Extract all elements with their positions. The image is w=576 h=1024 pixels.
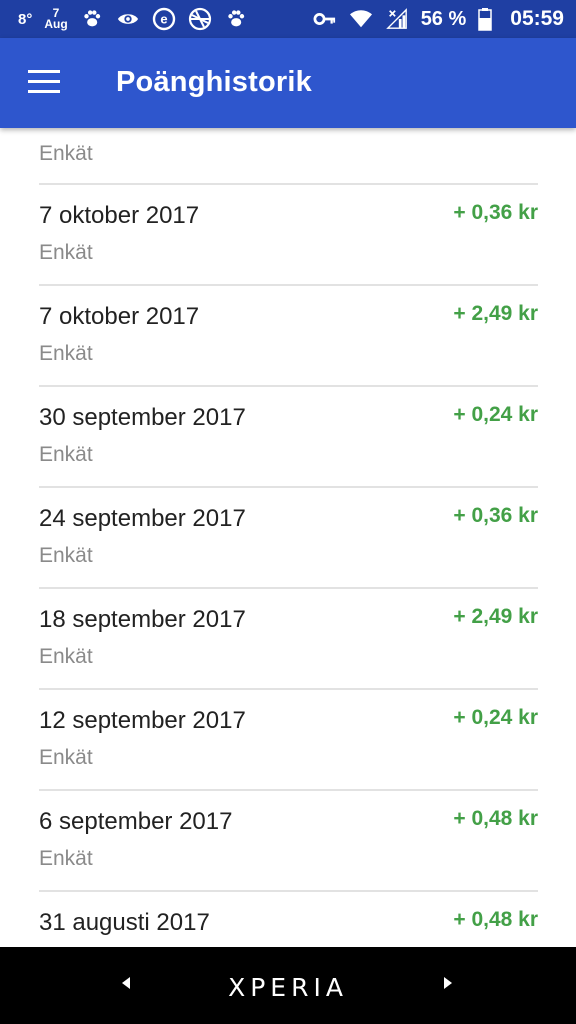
list-item[interactable]: 7 oktober 2017 Enkät + 2,49 kr bbox=[39, 286, 538, 387]
list-item-date: 30 september 2017 bbox=[39, 404, 246, 431]
list-item-type: Enkät bbox=[39, 544, 93, 567]
brand-logo: XPERIA bbox=[228, 973, 348, 1002]
list-item-date: 24 september 2017 bbox=[39, 505, 246, 532]
list-item[interactable]: 30 september 2017 Enkät + 0,24 kr bbox=[39, 387, 538, 488]
list-item-date: 6 september 2017 bbox=[39, 808, 233, 835]
list-item[interactable]: 6 september 2017 Enkät + 0,48 kr bbox=[39, 791, 538, 892]
list-item-amount: + 0,36 kr bbox=[453, 201, 538, 224]
list-item-amount: + 0,36 kr bbox=[453, 504, 538, 527]
temperature-text: 8° bbox=[18, 10, 33, 28]
status-bar: 8° 7 Aug e 56 % 05:59 bbox=[0, 0, 576, 38]
list-item[interactable]: 18 september 2017 Enkät + 2,49 kr bbox=[39, 589, 538, 690]
points-history-list[interactable]: Enkät 7 oktober 2017 Enkät + 0,36 kr 7 o… bbox=[0, 128, 576, 947]
clock: 05:59 bbox=[510, 7, 564, 30]
list-item-amount: + 0,24 kr bbox=[453, 706, 538, 729]
list-item-type: Enkät bbox=[39, 645, 93, 668]
app-bar: Poänghistorik bbox=[0, 38, 576, 128]
list-item[interactable]: 12 september 2017 Enkät + 0,24 kr bbox=[39, 690, 538, 791]
list-item-date: 7 oktober 2017 bbox=[39, 202, 200, 229]
list-item-date: 31 augusti 2017 bbox=[39, 909, 210, 936]
list-item-amount: + 2,49 kr bbox=[453, 302, 538, 325]
battery-percent: 56 % bbox=[420, 7, 467, 30]
status-bar-right: 56 % 05:59 bbox=[313, 7, 564, 31]
globe-icon bbox=[188, 7, 212, 31]
e-icon: e bbox=[152, 7, 176, 31]
signal-icon bbox=[385, 7, 409, 31]
page-title: Poänghistorik bbox=[116, 66, 312, 98]
list-item-amount: + 2,49 kr bbox=[453, 605, 538, 628]
list-item-type: Enkät bbox=[39, 241, 93, 264]
list-item-amount: + 0,48 kr bbox=[453, 807, 538, 830]
list-item-type: Enkät bbox=[39, 342, 93, 365]
date-month: Aug bbox=[44, 17, 68, 31]
battery-icon bbox=[478, 7, 493, 31]
svg-text:e: e bbox=[160, 12, 167, 27]
key-icon bbox=[313, 7, 337, 31]
wifi-icon bbox=[349, 7, 373, 31]
status-bar-left: 8° 7 Aug e bbox=[18, 7, 248, 31]
paw-icon bbox=[224, 7, 248, 31]
eye-icon bbox=[116, 7, 140, 31]
list-item-date: 12 september 2017 bbox=[39, 707, 246, 734]
list-item[interactable]: 31 augusti 2017 + 0,48 kr bbox=[39, 892, 538, 947]
forward-arrow-icon[interactable] bbox=[444, 977, 452, 989]
hamburger-menu-icon[interactable] bbox=[28, 68, 60, 98]
list-item-amount: + 0,48 kr bbox=[453, 908, 538, 931]
list-item-date: 7 oktober 2017 bbox=[39, 303, 200, 330]
list-item-type: Enkät bbox=[39, 746, 93, 769]
list-item-type: Enkät bbox=[39, 847, 93, 870]
list-item-type: Enkät bbox=[39, 142, 93, 165]
list-item-type: Enkät bbox=[39, 443, 93, 466]
list-item-date: 18 september 2017 bbox=[39, 606, 246, 633]
list-item[interactable]: 24 september 2017 Enkät + 0,36 kr bbox=[39, 488, 538, 589]
paw-icon bbox=[80, 7, 104, 31]
list-item[interactable]: 7 oktober 2017 Enkät + 0,36 kr bbox=[39, 185, 538, 286]
date-indicator: 7 Aug bbox=[44, 7, 68, 31]
navigation-bar: XPERIA bbox=[0, 947, 576, 1024]
list-item-amount: + 0,24 kr bbox=[453, 403, 538, 426]
